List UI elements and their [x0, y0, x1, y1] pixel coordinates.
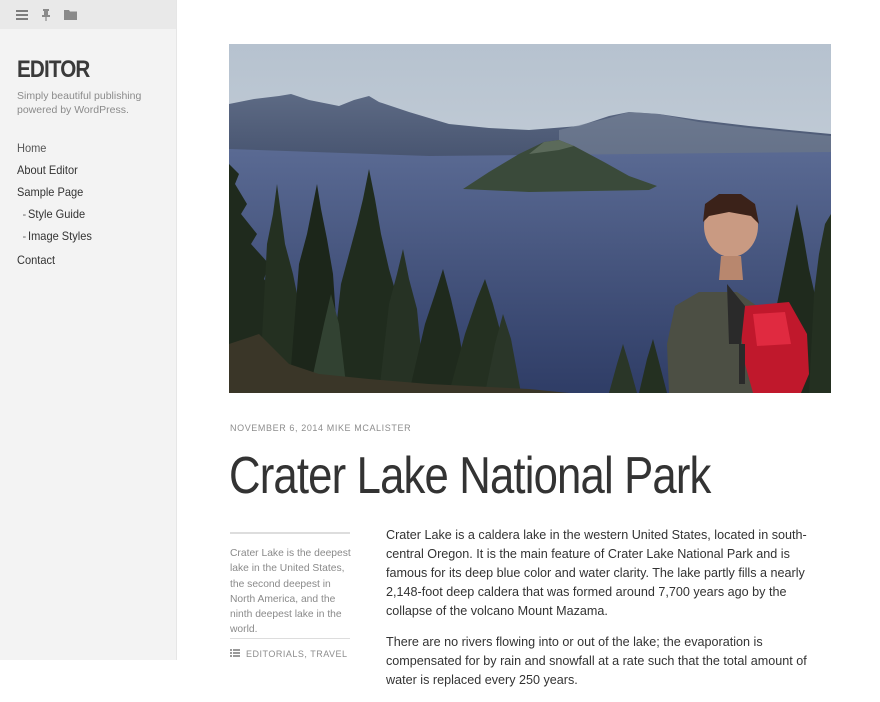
excerpt-divider-bottom — [230, 638, 350, 639]
submenu-dash: - — [22, 229, 27, 243]
post-categories: EDITORIALS, TRAVEL — [230, 649, 348, 659]
menu-item-image-styles[interactable]: - Image Styles — [17, 228, 155, 250]
excerpt-divider-top — [230, 532, 350, 534]
sidebar: EDITOR Simply beautiful publishing power… — [0, 0, 177, 660]
menu-item-label: Image Styles — [28, 229, 92, 243]
menu-item-style-guide[interactable]: - Style Guide — [17, 206, 155, 228]
post-paragraph: Crater Lake is a caldera lake in the wes… — [386, 528, 807, 618]
main-menu: Home About Editor Sample Page - Style Gui… — [17, 140, 167, 274]
menu-item-sample-page[interactable]: Sample Page — [17, 184, 155, 206]
site-tagline: Simply beautiful publishing powered by W… — [17, 90, 142, 116]
post-date[interactable]: NOVEMBER 6, 2014 — [230, 423, 324, 433]
menu-item-label: Style Guide — [28, 207, 86, 221]
pin-icon[interactable] — [38, 7, 54, 23]
menu-item-home[interactable]: Home — [17, 140, 155, 162]
menu-item-about-editor[interactable]: About Editor — [17, 162, 155, 184]
category-link-editorials[interactable]: EDITORIALS — [246, 649, 304, 659]
post-excerpt: Crater Lake is the deepest lake in the U… — [230, 548, 351, 636]
site-title[interactable]: EDITOR — [17, 56, 90, 84]
menu-item-contact[interactable]: Contact — [17, 252, 155, 274]
post-author[interactable]: MIKE MCALISTER — [327, 423, 411, 433]
folder-icon[interactable] — [62, 7, 78, 23]
menu-icon[interactable] — [14, 7, 30, 23]
post-paragraph: There are no rivers flowing into or out … — [386, 635, 807, 687]
crater-lake-photo — [229, 44, 831, 393]
post-content: Crater Lake is a caldera lake in the wes… — [386, 526, 826, 702]
post-title: Crater Lake National Park — [229, 447, 711, 505]
list-icon — [230, 649, 240, 659]
category-link-travel[interactable]: TRAVEL — [310, 649, 347, 659]
sidebar-toolbar — [0, 0, 176, 29]
featured-image[interactable] — [229, 44, 831, 393]
submenu-dash: - — [22, 207, 27, 221]
category-list: EDITORIALS, TRAVEL — [246, 649, 348, 659]
post-meta: NOVEMBER 6, 2014 MIKE MCALISTER — [230, 423, 411, 433]
